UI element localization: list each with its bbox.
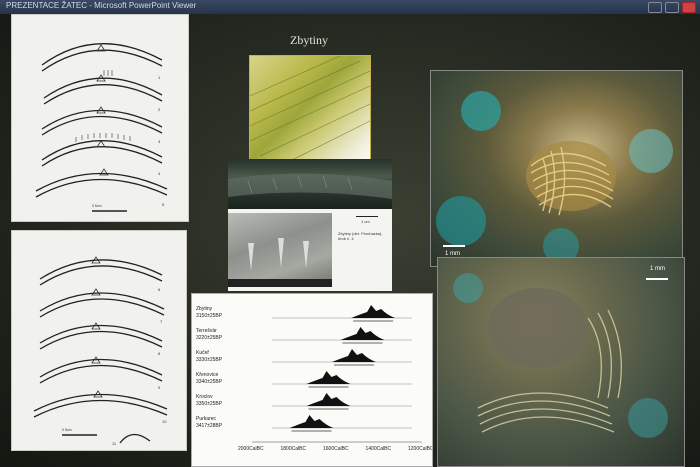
scale-bar: 0 5cm xyxy=(92,204,127,212)
svg-text:0 5cm: 0 5cm xyxy=(62,428,72,432)
slide-canvas: Zbytiny 1 2 3 4 5 0 5cm 6 7 8 9 10 11 0 … xyxy=(0,14,700,467)
drawing-number: 3 xyxy=(158,139,161,144)
drawing-number: 6 xyxy=(158,287,161,292)
window-title: PREZENTACE ŽATEC - Microsoft PowerPoint … xyxy=(6,1,197,10)
fiber-micrograph xyxy=(249,55,371,170)
probability-distribution xyxy=(306,393,351,406)
window-controls xyxy=(648,2,696,13)
window-titlebar: PREZENTACE ŽATEC - Microsoft PowerPoint … xyxy=(0,0,700,14)
bronze-bracelet-drawings-top: 1 2 3 4 5 0 5cm xyxy=(35,43,168,212)
scale-bar xyxy=(443,245,465,247)
artifact-detail-panel: 1 cm Zbytiny (det. Prochazka), hrob č. 4 xyxy=(228,159,392,291)
series-name: Purkarec xyxy=(196,416,217,422)
sem-micrograph xyxy=(228,213,332,287)
drawing-number: 11 xyxy=(112,441,117,446)
drawing-number: 7 xyxy=(160,319,163,324)
bracelet-closeup-photo xyxy=(228,159,392,209)
svg-text:0 5cm: 0 5cm xyxy=(92,204,102,208)
series-name: Terrešvár xyxy=(196,328,217,334)
inset-scale-bar xyxy=(356,216,378,217)
series-date: 3340±25BP xyxy=(196,379,223,385)
drawing-number: 10 xyxy=(162,419,167,424)
textile-corrosion-photo-top: 1 mm xyxy=(430,70,683,267)
drawing-number: 4 xyxy=(158,171,161,176)
x-tick-label: 1200CalBC xyxy=(408,446,432,452)
bronze-bracelet-drawings-bottom: 6 7 8 9 10 11 0 5cm xyxy=(33,256,168,446)
scale-label: 1 mm xyxy=(650,266,665,272)
drawing-number: 9 xyxy=(158,385,161,390)
slide-title: Zbytiny xyxy=(290,33,328,47)
drawing-number: 2 xyxy=(158,107,161,112)
scale-bar xyxy=(646,278,668,280)
radiocarbon-chart: Zbytiny3150±25BPTerrešvár3220±25BPKučeř3… xyxy=(196,305,434,452)
inset-caption: Zbytiny (det. Prochazka), hrob č. 4 xyxy=(338,231,383,241)
series-date: 3350±25BP xyxy=(196,401,223,407)
series-name: Křenovice xyxy=(196,372,218,378)
drawing-number: 1 xyxy=(158,75,161,80)
probability-distribution xyxy=(332,349,376,362)
close-button[interactable] xyxy=(682,2,696,13)
series-date: 3417±28BP xyxy=(196,423,223,429)
x-tick-label: 1800CalBC xyxy=(281,446,307,452)
drawing-panel-bottom: 6 7 8 9 10 11 0 5cm xyxy=(11,230,187,451)
series-date: 3330±25BP xyxy=(196,357,223,363)
series-date: 3150±25BP xyxy=(196,313,223,319)
scale-bar: 0 5cm xyxy=(62,428,97,436)
series-name: Kučeř xyxy=(196,350,209,356)
series-name: Kroclov xyxy=(196,394,213,400)
textile-corrosion-photo-bottom: 1 mm xyxy=(437,257,685,467)
probability-distribution xyxy=(289,415,334,428)
probability-distribution xyxy=(306,371,351,384)
radiocarbon-chart-panel: Zbytiny 3150±25BP Terrešvár 3220±25BP Kučeř 3… xyxy=(191,293,434,467)
minimize-button[interactable] xyxy=(648,2,662,13)
drawing-number: 8 xyxy=(158,351,161,356)
drawing-number: 5 xyxy=(162,202,165,207)
inset-scale-label: 1 cm xyxy=(361,219,370,224)
series-name: Zbytiny xyxy=(196,306,213,312)
maximize-button[interactable] xyxy=(665,2,679,13)
drawing-panel-top: 1 2 3 4 5 0 5cm xyxy=(11,14,189,222)
x-tick-label: 1600CalBC xyxy=(323,446,349,452)
x-tick-label: 2000CalBC xyxy=(238,446,264,452)
x-tick-label: 1400CalBC xyxy=(366,446,392,452)
series-date: 3220±25BP xyxy=(196,335,223,341)
probability-distribution xyxy=(340,327,385,340)
probability-distribution xyxy=(351,305,396,318)
